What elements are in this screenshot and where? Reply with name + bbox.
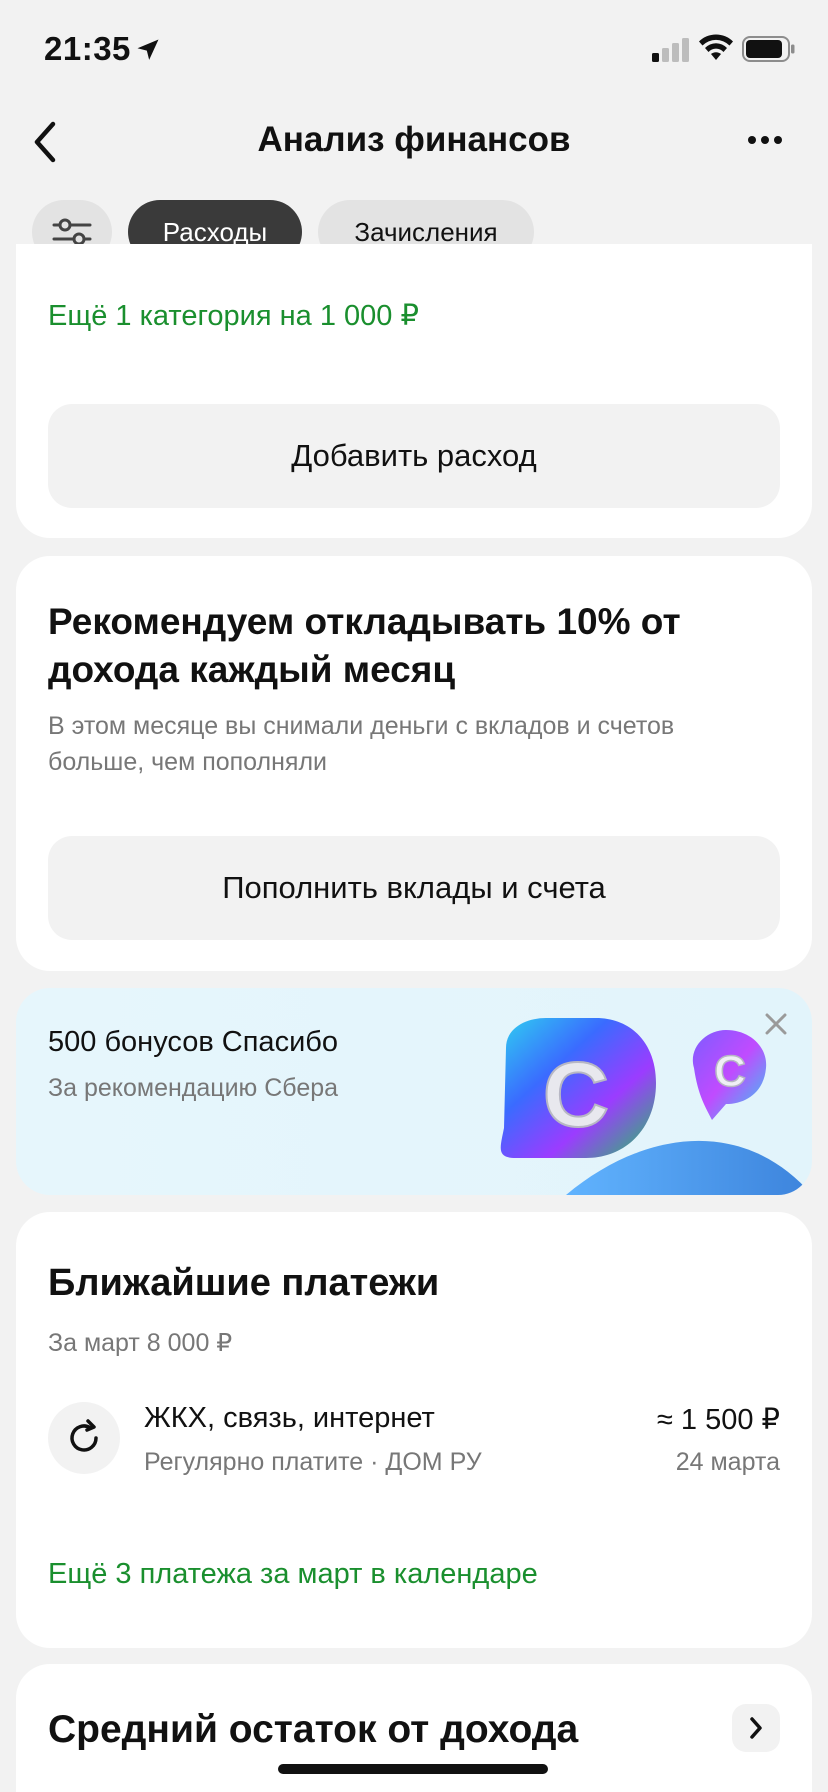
upcoming-payments-card: Ближайшие платежи За март 8 000 ₽ ЖКХ, с…: [16, 1212, 812, 1648]
status-time: 21:35: [44, 30, 131, 67]
close-icon: [765, 1013, 787, 1035]
payment-meta: Регулярно платите · ДОМ РУ: [144, 1448, 482, 1476]
status-bar: 21:35: [0, 0, 828, 100]
more-horizontal-icon: [748, 136, 782, 144]
payment-row[interactable]: ЖКХ, связь, интернет Регулярно платите ·…: [48, 1402, 780, 1492]
payments-subtitle: За март 8 000 ₽: [48, 1329, 233, 1357]
more-categories-link[interactable]: Ещё 1 категория на 1 000 ₽: [48, 298, 419, 333]
svg-text:C: C: [543, 1044, 609, 1146]
promo-title: 500 бонусов Спасибо: [48, 1026, 338, 1058]
page-title: Анализ финансов: [257, 120, 571, 159]
svg-text:C: C: [714, 1047, 746, 1096]
more-button[interactable]: [740, 122, 790, 158]
promo-subtitle: За рекомендацию Сбера: [48, 1074, 339, 1102]
screen: 21:35 Анализ финансов Расходы Зачисления…: [0, 0, 828, 1792]
recommendation-card: Рекомендуем откладывать 10% от дохода ка…: [16, 556, 812, 971]
chevron-right-icon: [750, 1717, 762, 1739]
average-balance-open-button[interactable]: [732, 1704, 780, 1752]
topup-deposits-button[interactable]: Пополнить вклады и счета: [48, 836, 780, 940]
payments-title: Ближайшие платежи: [48, 1262, 440, 1304]
home-indicator[interactable]: [278, 1764, 548, 1774]
battery-icon: [742, 36, 795, 62]
location-arrow-icon: [137, 39, 159, 60]
wifi-icon: [699, 34, 733, 60]
recommendation-subtitle: В этом месяце вы снимали деньги с вкладо…: [48, 712, 675, 776]
payment-amount: ≈ 1 500 ₽: [656, 1404, 780, 1436]
refresh-icon: [70, 1419, 98, 1452]
add-expense-button[interactable]: Добавить расход: [48, 404, 780, 508]
recommendation-title: Рекомендуем откладывать 10% от дохода ка…: [48, 601, 681, 690]
more-payments-link[interactable]: Ещё 3 платежа за март в календаре: [48, 1558, 538, 1591]
promo-banner[interactable]: 500 бонусов Спасибо За рекомендацию Сбер…: [16, 988, 812, 1195]
promo-close-button[interactable]: [756, 1004, 796, 1044]
expenses-card: Ещё 1 категория на 1 000 ₽ Добавить расх…: [16, 244, 812, 538]
payment-name: ЖКХ, связь, интернет: [144, 1402, 435, 1434]
average-balance-title: Средний остаток от дохода: [48, 1708, 579, 1751]
payment-icon-bg: [48, 1402, 120, 1474]
payment-date: 24 марта: [675, 1448, 780, 1476]
sber-spasibo-illustration: C C: [500, 1018, 812, 1195]
signal-icon: [652, 38, 689, 62]
